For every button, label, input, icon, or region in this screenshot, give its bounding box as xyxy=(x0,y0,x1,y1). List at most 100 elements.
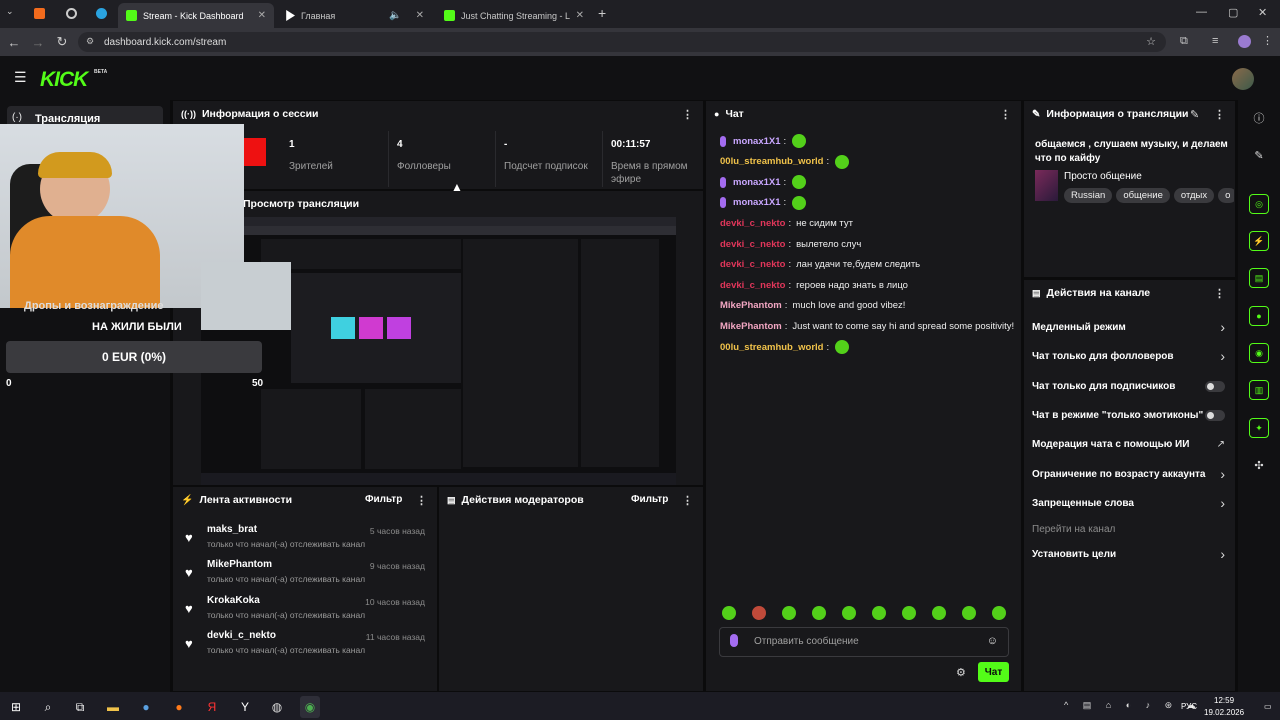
channel-action-item[interactable]: Чат только для фолловеров › xyxy=(1032,345,1225,367)
activity-user[interactable]: KrokaKoka xyxy=(207,595,260,606)
mod-menu-icon[interactable]: ⋮ xyxy=(682,494,693,507)
pen-icon[interactable]: ✎ xyxy=(1249,145,1269,165)
microphone-icon[interactable] xyxy=(730,634,738,647)
document-tool-icon[interactable]: ▤ xyxy=(1249,268,1269,288)
channel-action-item[interactable]: Чат только для подписчиков xyxy=(1032,375,1225,397)
obs-icon[interactable]: ◍ xyxy=(267,696,287,718)
emote-icon[interactable] xyxy=(872,606,886,620)
emote-icon[interactable] xyxy=(782,606,796,620)
pinned-tab-icon[interactable] xyxy=(66,8,77,19)
panel-tool-icon[interactable]: ▥ xyxy=(1249,380,1269,400)
channel-actions-menu-icon[interactable]: ⋮ xyxy=(1214,287,1225,300)
clock-date[interactable]: 19.02.2026 xyxy=(1204,708,1244,717)
chat-username[interactable]: devki_c_nekto xyxy=(720,218,785,229)
clock-time[interactable]: 12:59 xyxy=(1214,696,1234,705)
channel-action-item[interactable]: Медленный режим › xyxy=(1032,316,1225,338)
activity-user[interactable]: devki_c_nekto xyxy=(207,630,276,641)
close-tab-icon[interactable]: ✕ xyxy=(576,10,584,21)
chat-username[interactable]: 00lu_streamhub_world xyxy=(720,342,823,353)
toggle-switch[interactable] xyxy=(1205,409,1225,421)
url-field[interactable]: ⚙ dashboard.kick.com/stream ☆ xyxy=(78,32,1166,52)
tag-chip[interactable]: Russian xyxy=(1064,188,1113,203)
close-tab-icon[interactable]: ✕ xyxy=(258,10,266,21)
stream-info-menu-icon[interactable]: ⋮ xyxy=(1214,108,1225,121)
firefox-icon[interactable]: ● xyxy=(169,696,189,718)
speaker-icon[interactable]: 🔈 xyxy=(389,10,401,21)
windows-start-icon[interactable]: ⊞ xyxy=(6,696,26,718)
kick-logo[interactable]: KICK xyxy=(40,68,88,92)
emote-icon[interactable] xyxy=(962,606,976,620)
maximize-icon[interactable]: ▢ xyxy=(1228,6,1238,19)
category-thumbnail[interactable] xyxy=(1035,170,1058,201)
chat-menu-icon[interactable]: ⋮ xyxy=(1000,108,1011,121)
chrome-icon[interactable]: ◉ xyxy=(300,696,320,718)
emote-icon[interactable] xyxy=(812,606,826,620)
mod-filter-button[interactable]: Фильтр xyxy=(631,494,668,505)
channel-action-item[interactable]: Установить цели › xyxy=(1032,543,1225,565)
emote-icon[interactable] xyxy=(842,606,856,620)
activity-user[interactable]: MikePhantom xyxy=(207,559,272,570)
channel-action-item[interactable]: Перейти на канал xyxy=(1032,518,1225,540)
pinned-tab-icon[interactable] xyxy=(34,8,45,19)
emote-icon[interactable] xyxy=(932,606,946,620)
close-window-icon[interactable]: ✕ xyxy=(1258,6,1267,19)
toggle-switch[interactable] xyxy=(1205,380,1225,392)
chat-tool-icon[interactable]: ● xyxy=(1249,306,1269,326)
profile-avatar[interactable] xyxy=(1238,35,1251,48)
tab-just-chatting[interactable]: Just Chatting Streaming - Live ✕ xyxy=(436,3,592,28)
channel-action-item[interactable]: Модерация чата с помощью ИИ ↗ xyxy=(1032,433,1225,455)
yandex-browser-icon[interactable]: Y xyxy=(235,696,255,718)
emote-icon[interactable] xyxy=(752,606,766,620)
apps-icon[interactable]: ✣ xyxy=(1249,455,1269,475)
activity-filter-button[interactable]: Фильтр xyxy=(365,494,402,505)
chat-username[interactable]: MikePhantom xyxy=(720,321,782,332)
chat-username[interactable]: devki_c_nekto xyxy=(720,280,785,291)
task-view-icon[interactable]: ⧉ xyxy=(70,696,90,718)
forward-icon[interactable]: → xyxy=(28,32,48,52)
media-icon[interactable]: ≡ xyxy=(1212,35,1218,47)
lightning-tool-icon[interactable]: ⚡ xyxy=(1249,231,1269,251)
chat-username[interactable]: devki_c_nekto xyxy=(720,259,785,270)
info-icon[interactable]: ⓘ xyxy=(1249,108,1269,128)
hamburger-menu-icon[interactable]: ☰ xyxy=(14,69,27,86)
emoji-picker-icon[interactable]: ☺ xyxy=(987,635,998,647)
back-icon[interactable]: ← xyxy=(4,32,24,52)
tag-chip[interactable]: отдых xyxy=(1173,188,1215,203)
chat-username[interactable]: 00lu_streamhub_world xyxy=(720,156,823,167)
pinned-tab-icon[interactable] xyxy=(96,8,107,19)
user-avatar[interactable] xyxy=(1232,68,1254,90)
emote-icon[interactable] xyxy=(902,606,916,620)
site-info-icon[interactable]: ⚙ xyxy=(86,36,94,47)
bookmark-star-icon[interactable]: ☆ xyxy=(1146,35,1156,48)
chat-username[interactable]: monax1X1 xyxy=(733,136,781,147)
extensions-icon[interactable]: ⧉ xyxy=(1180,35,1188,48)
broadcast-tool-icon[interactable]: ◉ xyxy=(1249,343,1269,363)
emote-icon[interactable] xyxy=(722,606,736,620)
close-tab-icon[interactable]: ✕ xyxy=(416,10,424,21)
chat-settings-icon[interactable]: ⚙ xyxy=(956,666,966,679)
chat-username[interactable]: MikePhantom xyxy=(720,300,782,311)
chat-input[interactable]: Отправить сообщение ☺ xyxy=(719,627,1009,657)
tab-kick-dashboard[interactable]: Stream - Kick Dashboard ✕ xyxy=(118,3,274,28)
activity-user[interactable]: maks_brat xyxy=(207,524,257,535)
focus-icon[interactable]: ◎ xyxy=(1249,194,1269,214)
channel-action-item[interactable]: Чат в режиме "только эмотиконы" xyxy=(1032,404,1225,426)
stream-preview-video[interactable] xyxy=(201,217,676,485)
category-name[interactable]: Просто общение xyxy=(1064,171,1142,182)
file-explorer-icon[interactable]: ▬ xyxy=(103,696,123,718)
chat-username[interactable]: devki_c_nekto xyxy=(720,239,785,250)
yandex-icon[interactable]: Я xyxy=(202,696,222,718)
notification-icon[interactable]: ▭ xyxy=(1264,702,1272,711)
tag-chip[interactable]: о xyxy=(1218,188,1234,203)
edit-icon[interactable]: ✎ xyxy=(1190,108,1199,121)
chat-send-button[interactable]: Чат xyxy=(978,662,1009,682)
activity-menu-icon[interactable]: ⋮ xyxy=(416,494,427,507)
minimize-icon[interactable]: — xyxy=(1196,6,1207,18)
chat-username[interactable]: monax1X1 xyxy=(733,197,781,208)
new-tab-icon[interactable]: + xyxy=(598,5,606,21)
channel-action-item[interactable]: Ограничение по возрасту аккаунта › xyxy=(1032,463,1225,485)
tab-list-icon[interactable]: ⌄ xyxy=(6,6,14,17)
search-icon[interactable]: ⌕ xyxy=(38,696,58,718)
browser-menu-icon[interactable]: ⋮ xyxy=(1262,34,1273,47)
tag-chip[interactable]: общение xyxy=(1116,188,1170,203)
